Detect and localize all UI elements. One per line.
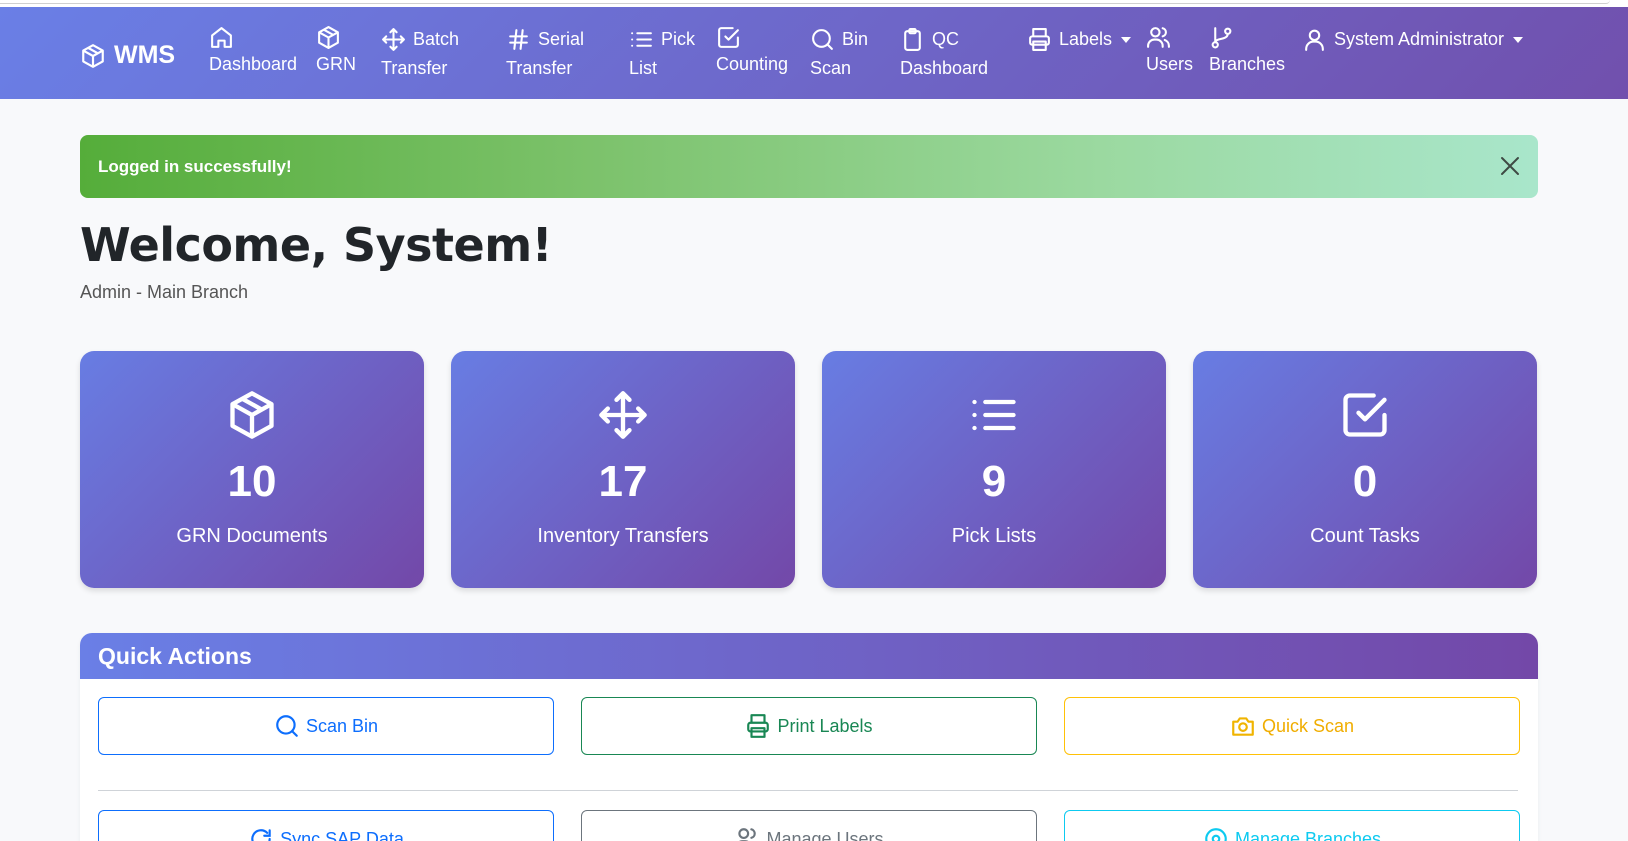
home-icon — [211, 27, 232, 48]
map-pin-icon — [1205, 828, 1227, 841]
user-menu-dropdown[interactable]: System Administrator — [1302, 25, 1524, 54]
nav-label: Pick — [661, 29, 696, 49]
button-label: Quick Scan — [1261, 715, 1355, 736]
list-icon — [972, 399, 1016, 431]
nav-label: Serial — [538, 29, 585, 49]
move-icon — [599, 391, 647, 439]
search-icon — [812, 29, 833, 50]
nav-pick-list[interactable]: Pick List — [629, 25, 695, 83]
stat-label: Pick Lists — [951, 525, 1037, 547]
camera-icon — [1232, 717, 1254, 736]
nav-label: Transfer — [506, 58, 573, 78]
divider — [98, 790, 1518, 791]
stat-card-pick-lists[interactable]: 9 Pick Lists — [822, 351, 1166, 588]
nav-bin-scan[interactable]: Bin Scan — [810, 25, 868, 83]
nav-serial-transfer[interactable]: Serial Transfer — [506, 25, 584, 83]
browser-top-edge — [0, 0, 1628, 7]
quick-actions-title: Quick Actions — [80, 633, 1538, 679]
search-icon — [276, 715, 298, 737]
stat-value: 0 — [1352, 457, 1378, 506]
nav-label: Bin — [842, 29, 869, 49]
stat-card-inventory-transfers[interactable]: 17 Inventory Transfers — [451, 351, 795, 588]
box-icon — [230, 391, 274, 439]
button-label: Sync SAP Data — [280, 828, 404, 841]
nav-label: List — [629, 58, 658, 78]
nav-label: Batch — [413, 29, 460, 49]
page-title: Welcome, System! — [80, 218, 553, 272]
button-label: Scan Bin — [305, 715, 379, 736]
scan-bin-button[interactable]: Scan Bin — [98, 697, 554, 755]
printer-icon — [1029, 28, 1050, 51]
stat-value: 10 — [227, 457, 277, 506]
chevron-down-icon — [1121, 36, 1132, 43]
nav-label: Dashboard — [900, 58, 989, 78]
nav-label: Counting — [716, 54, 789, 74]
check-square-icon — [718, 27, 739, 48]
close-icon[interactable] — [1498, 154, 1522, 178]
button-label: Manage Branches — [1234, 828, 1382, 841]
refresh-icon — [251, 829, 271, 841]
hash-icon — [509, 29, 528, 50]
stat-card-grn[interactable]: 10 GRN Documents — [80, 351, 424, 588]
alert-message: Logged in successfully! — [98, 156, 292, 176]
chevron-down-icon — [1513, 36, 1524, 43]
git-branch-icon — [1211, 27, 1232, 49]
brand-name: WMS — [114, 41, 176, 69]
button-label: Manage Users — [766, 828, 884, 841]
nav-counting[interactable]: Counting — [716, 25, 788, 79]
move-icon — [382, 28, 405, 51]
stat-label: Inventory Transfers — [537, 525, 709, 547]
stat-label: GRN Documents — [176, 525, 328, 547]
user-icon — [1305, 29, 1324, 51]
nav-label: Dashboard — [209, 54, 298, 74]
nav-qc-dashboard[interactable]: QC Dashboard — [900, 25, 988, 83]
nav-label: QC — [932, 29, 959, 49]
quick-actions-panel: Quick Actions Scan Bin Print Labels Quic… — [80, 633, 1538, 841]
nav-label: GRN — [316, 54, 356, 74]
nav-label: Transfer — [381, 58, 448, 78]
nav-label: Labels — [1059, 29, 1113, 49]
top-navbar: WMS Dashboard GRN Batch Transfer Serial … — [0, 7, 1628, 99]
stat-label: Count Tasks — [1310, 525, 1420, 547]
success-alert: Logged in successfully! — [80, 135, 1538, 198]
check-square-icon — [1343, 393, 1387, 437]
page-subtitle: Admin - Main Branch — [80, 282, 249, 302]
list-icon — [631, 32, 652, 47]
stat-card-count-tasks[interactable]: 0 Count Tasks — [1193, 351, 1537, 588]
nav-grn[interactable]: GRN — [316, 25, 356, 79]
user-name: System Administrator — [1334, 29, 1505, 49]
sync-sap-data-button[interactable]: Sync SAP Data — [98, 810, 554, 841]
users-icon — [738, 828, 757, 841]
button-label: Print Labels — [777, 715, 873, 736]
stat-value: 17 — [598, 457, 648, 506]
clipboard-icon — [904, 28, 921, 51]
print-labels-button[interactable]: Print Labels — [581, 697, 1037, 755]
nav-dashboard[interactable]: Dashboard — [209, 25, 297, 79]
brand-logo[interactable]: WMS — [80, 41, 175, 70]
stat-value: 9 — [981, 457, 1007, 506]
printer-icon — [747, 714, 770, 738]
nav-label: Scan — [810, 58, 852, 78]
nav-label: Branches — [1209, 54, 1286, 74]
nav-users[interactable]: Users — [1146, 25, 1193, 79]
users-icon — [1147, 27, 1170, 48]
nav-branches[interactable]: Branches — [1209, 25, 1285, 79]
nav-labels-dropdown[interactable]: Labels — [1027, 25, 1132, 54]
box-icon — [318, 26, 339, 49]
quick-scan-button[interactable]: Quick Scan — [1064, 697, 1520, 755]
box-icon — [82, 43, 104, 68]
nav-batch-transfer[interactable]: Batch Transfer — [381, 25, 459, 83]
manage-users-button[interactable]: Manage Users — [581, 810, 1037, 841]
nav-label: Users — [1146, 54, 1194, 74]
manage-branches-button[interactable]: Manage Branches — [1064, 810, 1520, 841]
